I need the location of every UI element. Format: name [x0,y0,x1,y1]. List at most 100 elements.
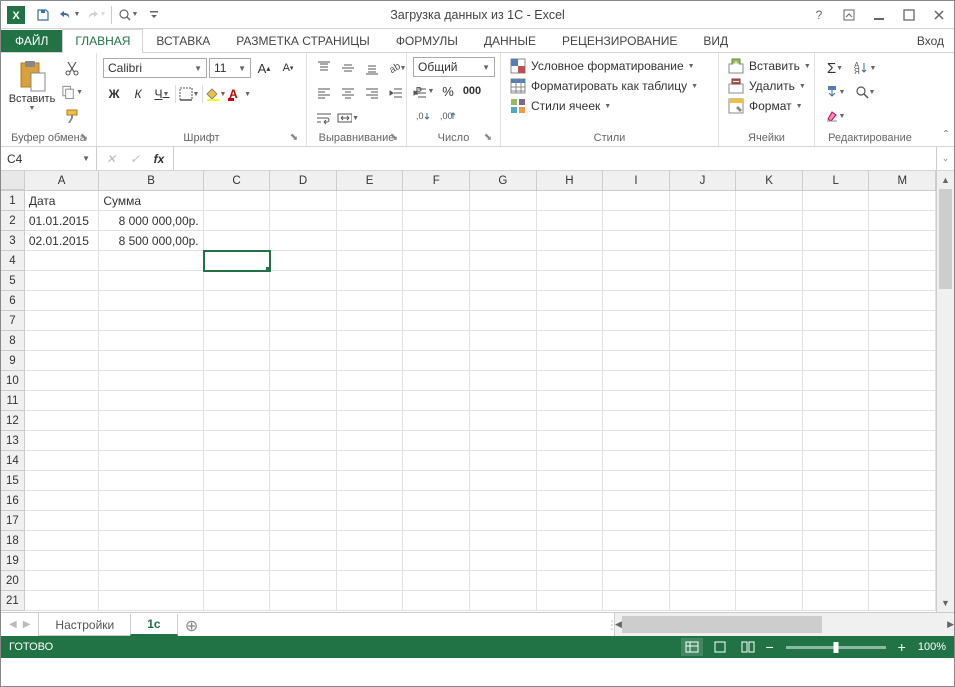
grid-cell[interactable] [99,551,203,571]
grid-cell[interactable] [537,291,604,311]
grid-cell[interactable] [670,231,737,251]
grid-cell[interactable] [803,251,870,271]
grid-cell[interactable] [337,591,404,611]
grid-cell[interactable] [670,431,737,451]
grid-cell[interactable] [736,471,803,491]
grid-cell[interactable] [470,471,537,491]
grid-cell[interactable] [204,511,271,531]
grid-cell[interactable] [403,211,470,231]
grid-cell[interactable] [537,551,604,571]
grid-cell[interactable] [869,551,936,571]
column-header[interactable]: M [869,171,936,190]
italic-button[interactable]: К [127,83,149,105]
grid-cell[interactable] [270,371,337,391]
grid-cell[interactable] [25,251,100,271]
grid-cell[interactable] [270,531,337,551]
align-center-icon[interactable] [337,82,359,104]
grid-cell[interactable] [403,451,470,471]
grid-cell[interactable] [403,331,470,351]
scroll-right-icon[interactable]: ▶ [947,616,954,634]
column-header[interactable]: J [670,171,737,190]
grid-cell[interactable] [537,431,604,451]
grid-cell[interactable] [270,571,337,591]
grid-cell[interactable] [803,291,870,311]
grid-cell[interactable] [470,511,537,531]
new-sheet-icon[interactable]: ⊕ [178,616,206,636]
grid-cell[interactable] [670,531,737,551]
row-header[interactable]: 18 [1,531,25,551]
grid-cell[interactable] [736,211,803,231]
fx-icon[interactable]: fх [149,149,169,169]
grid-cell[interactable] [603,231,670,251]
grid-cell[interactable] [537,391,604,411]
grid-cell[interactable] [470,231,537,251]
grid-cell[interactable] [204,291,271,311]
grid-cell[interactable] [204,411,271,431]
redo-icon[interactable]: ▼ [83,3,107,27]
grid-cell[interactable] [736,391,803,411]
column-header[interactable]: K [736,171,803,190]
sheet-tab-settings[interactable]: Настройки [38,615,131,636]
grid-cell[interactable] [204,331,271,351]
grid-cell[interactable] [337,551,404,571]
sheet-nav-next-icon[interactable]: ▶ [23,619,31,630]
grid-cell[interactable] [99,411,203,431]
font-color-icon[interactable]: A▼ [229,83,251,105]
grid-cell[interactable] [270,391,337,411]
zoom-value[interactable]: 100% [918,641,946,653]
grid-cell[interactable]: Сумма [99,191,203,211]
grid-cell[interactable] [603,431,670,451]
grid-cell[interactable] [670,491,737,511]
grid-cell[interactable] [337,291,404,311]
grid-cell[interactable] [337,231,404,251]
tab-data[interactable]: ДАННЫЕ [471,29,549,52]
grid-cell[interactable] [537,331,604,351]
grid-cell[interactable] [869,431,936,451]
grid-cell[interactable] [803,511,870,531]
grid-cell[interactable] [204,531,271,551]
tab-split-handle[interactable]: ⋮ [606,613,614,636]
wrap-text-icon[interactable] [313,107,335,129]
grid-cell[interactable] [25,351,100,371]
bold-button[interactable]: Ж [103,83,125,105]
column-header[interactable]: D [270,171,337,190]
column-header[interactable]: F [403,171,470,190]
grid-cell[interactable] [670,331,737,351]
grid-cell[interactable] [270,431,337,451]
grid-cell[interactable] [670,591,737,611]
grid-cell[interactable] [603,451,670,471]
grid-cell[interactable] [403,291,470,311]
grid-cell[interactable] [470,251,537,271]
grid-cell[interactable] [204,591,271,611]
row-header[interactable]: 8 [1,331,25,351]
grid-cell[interactable]: 8 000 000,00р. [99,211,203,231]
grid-cell[interactable] [470,351,537,371]
normal-view-icon[interactable] [681,638,703,656]
grid-cell[interactable] [537,511,604,531]
grid-cell[interactable] [337,211,404,231]
format-painter-icon[interactable] [61,105,83,127]
grid-cell[interactable] [803,371,870,391]
column-header[interactable]: B [99,171,203,190]
grid-cell[interactable] [603,491,670,511]
tab-insert[interactable]: ВСТАВКА [143,29,223,52]
grid-cell[interactable] [803,591,870,611]
grid-cell[interactable] [99,451,203,471]
merge-icon[interactable]: ▼ [337,107,359,129]
grid-cell[interactable] [470,211,537,231]
grid-cell[interactable] [869,411,936,431]
grid-cell[interactable] [403,251,470,271]
find-icon[interactable]: ▼ [851,81,879,103]
grid-cell[interactable] [470,451,537,471]
sort-filter-icon[interactable]: АЯ▼ [851,57,879,79]
grid-cell[interactable] [25,371,100,391]
grid-cell[interactable] [99,471,203,491]
grid-cell[interactable] [337,451,404,471]
clear-icon[interactable]: ▼ [821,105,849,127]
grid-cell[interactable] [803,191,870,211]
grid-cell[interactable] [270,471,337,491]
grid-cell[interactable] [736,251,803,271]
scroll-down-icon[interactable]: ▼ [937,594,954,612]
grid-cell[interactable] [670,291,737,311]
grid-cell[interactable] [470,551,537,571]
